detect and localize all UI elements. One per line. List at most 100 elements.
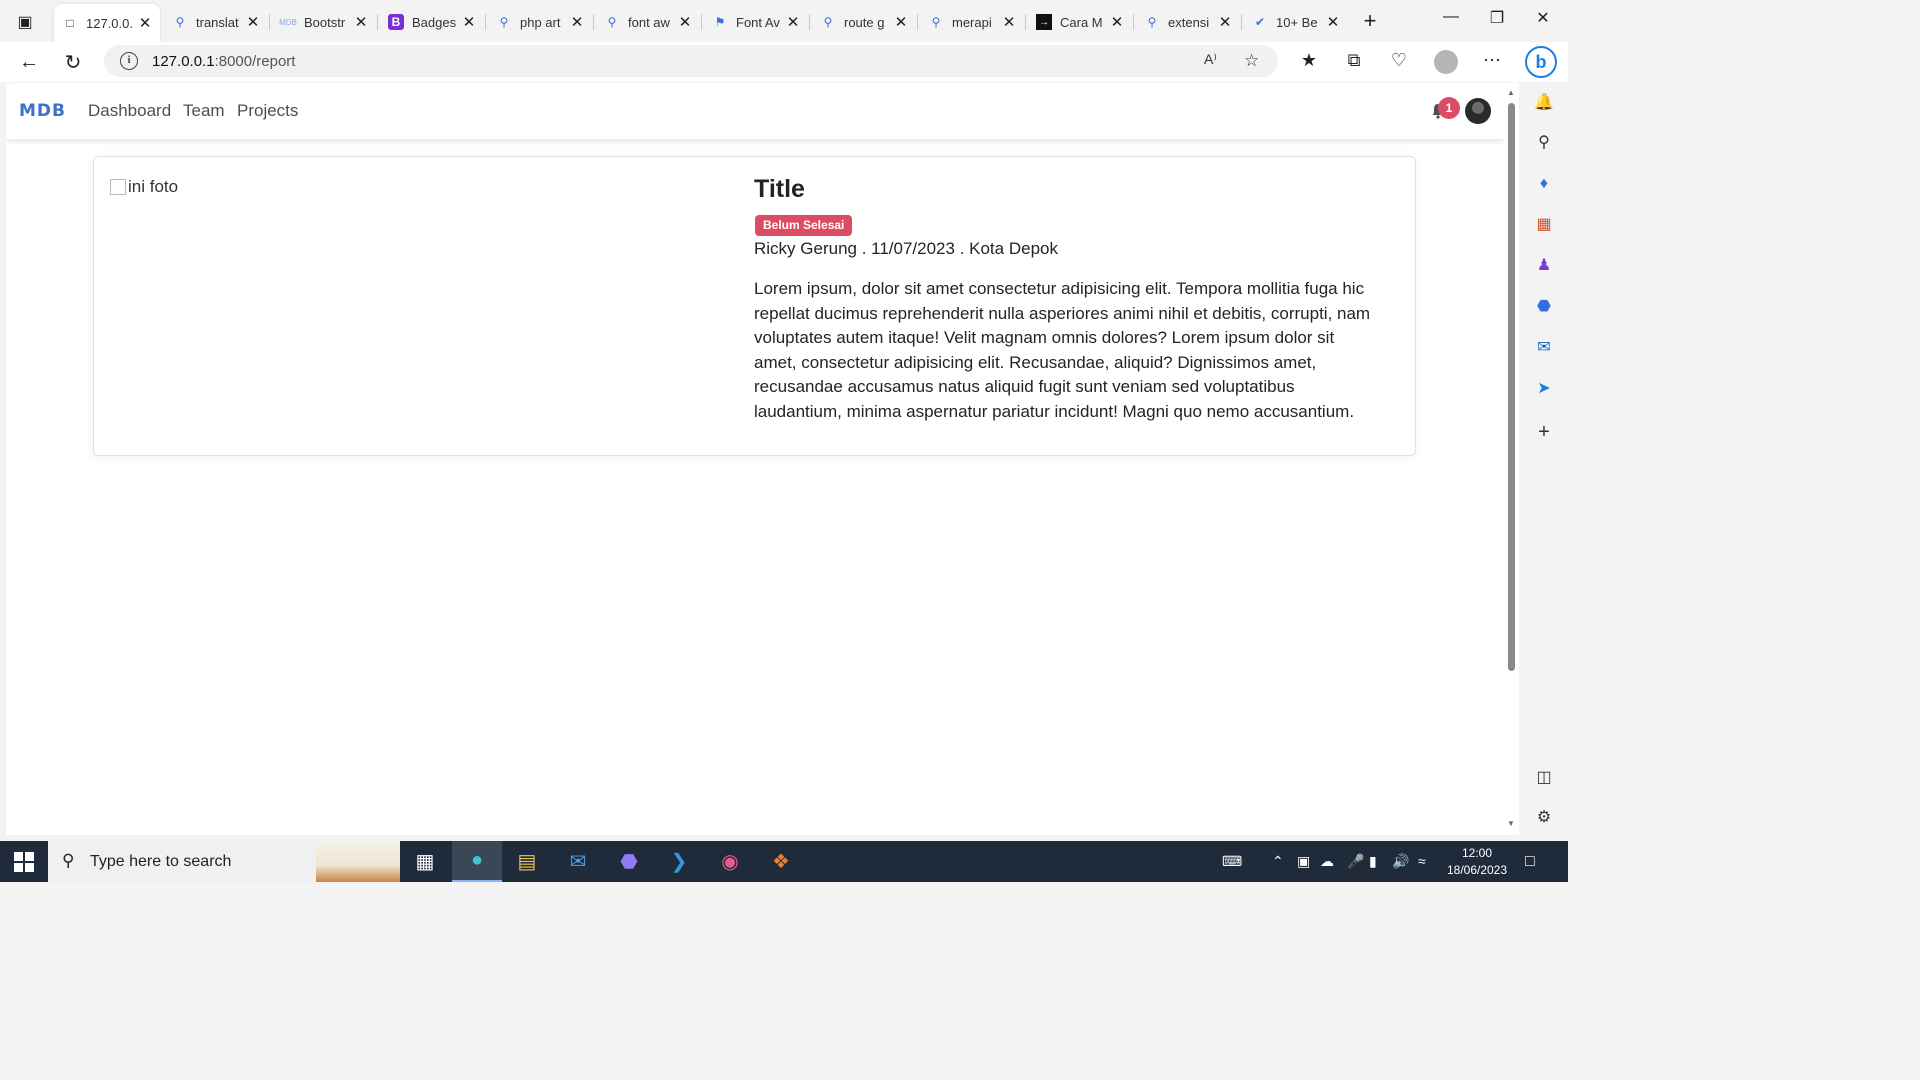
- scroll-up-icon[interactable]: ▲: [1507, 88, 1515, 97]
- cloud-icon[interactable]: ☁: [1320, 853, 1334, 870]
- edge-icon[interactable]: ●: [452, 841, 502, 882]
- info-icon[interactable]: i: [120, 52, 138, 70]
- settings-icon[interactable]: ⚙: [1534, 808, 1554, 828]
- tab-best[interactable]: ✔ 10+ Be ✕: [1244, 6, 1348, 38]
- close-icon[interactable]: ✕: [1108, 13, 1126, 31]
- close-icon[interactable]: ✕: [244, 13, 262, 31]
- bootstrap-icon: B: [388, 14, 404, 30]
- windows-start-icon[interactable]: [14, 852, 34, 872]
- tab-bootstrap[interactable]: MDB Bootstr ✕: [272, 6, 376, 38]
- more-options-icon[interactable]: ⋯: [1479, 50, 1505, 74]
- microsoft365-icon[interactable]: ⬣: [1534, 297, 1554, 317]
- wifi-icon[interactable]: ≈: [1418, 853, 1426, 869]
- vscode-icon[interactable]: ❯: [654, 841, 704, 882]
- notification-bell-icon[interactable]: 🔔: [1534, 93, 1554, 113]
- scrollbar-thumb[interactable]: [1508, 103, 1515, 671]
- browser-essentials-icon[interactable]: ♡: [1386, 50, 1412, 74]
- tab-font-search[interactable]: ⚲ font aw ✕: [596, 6, 700, 38]
- page-scrollbar[interactable]: ▲ ▼: [1504, 83, 1519, 835]
- scroll-down-icon[interactable]: ▼: [1507, 819, 1515, 828]
- tab-php[interactable]: ⚲ php art ✕: [488, 6, 592, 38]
- report-card: ini foto Title Belum Selesai Ricky Gerun…: [93, 156, 1416, 456]
- tab-report[interactable]: □ 127.0.0. ✕: [54, 4, 160, 42]
- xampp-icon[interactable]: ❖: [756, 841, 806, 882]
- tab-strip: ▣ □ 127.0.0. ✕ ⚲ translat ✕ MDB Bootstr …: [0, 0, 1568, 42]
- microphone-icon[interactable]: 🎤: [1347, 853, 1364, 870]
- tab-label: merapi: [952, 14, 992, 30]
- close-icon[interactable]: ✕: [568, 13, 586, 31]
- nav-dashboard[interactable]: Dashboard: [88, 101, 171, 121]
- close-icon[interactable]: ✕: [1216, 13, 1234, 31]
- search-icon: ⚲: [607, 15, 617, 29]
- close-icon[interactable]: ✕: [136, 14, 154, 32]
- close-icon[interactable]: ✕: [460, 13, 478, 31]
- device-icon[interactable]: ▣: [1297, 853, 1310, 870]
- user-avatar[interactable]: [1465, 98, 1491, 124]
- tab-font-awesome[interactable]: ⚑ Font Av ✕: [704, 6, 808, 38]
- close-icon[interactable]: ✕: [676, 13, 694, 31]
- tab-cara[interactable]: → Cara M ✕: [1028, 6, 1132, 38]
- favorites-icon[interactable]: ★: [1296, 50, 1322, 74]
- back-icon[interactable]: ←: [14, 48, 44, 76]
- games-icon[interactable]: ♟: [1534, 256, 1554, 276]
- search-icon: ⚲: [931, 15, 941, 29]
- tab-label: extensi: [1168, 14, 1210, 30]
- tab-extension[interactable]: ⚲ extensi ✕: [1136, 6, 1240, 38]
- new-tab-button[interactable]: +: [1358, 10, 1382, 34]
- favorite-star-icon[interactable]: ☆: [1244, 51, 1259, 71]
- keyboard-icon[interactable]: ⌨: [1222, 853, 1242, 870]
- nav-team[interactable]: Team: [183, 101, 225, 121]
- mail-icon[interactable]: ✉: [553, 841, 603, 882]
- tab-badges[interactable]: B Badges ✕: [380, 6, 484, 38]
- add-icon[interactable]: +: [1534, 422, 1554, 442]
- outlook-icon[interactable]: ✉: [1534, 338, 1554, 358]
- tab-label: font aw: [628, 14, 670, 30]
- task-view-icon[interactable]: ▦: [400, 841, 450, 882]
- minimize-icon[interactable]: —: [1436, 8, 1466, 32]
- tools-icon[interactable]: ▦: [1534, 215, 1554, 235]
- tab-route[interactable]: ⚲ route g ✕: [812, 6, 916, 38]
- battery-icon[interactable]: ▮: [1369, 853, 1377, 870]
- search-icon: ⚲: [499, 15, 509, 29]
- taskbar-search[interactable]: ⚲ Type here to search: [48, 841, 400, 882]
- tab-label: Badges: [412, 14, 457, 30]
- url-text[interactable]: 127.0.0.1:8000/report: [152, 53, 295, 70]
- brand-logo[interactable]: MDB: [19, 101, 66, 121]
- tab-label: php art: [520, 14, 561, 30]
- refresh-icon[interactable]: ↻: [58, 48, 88, 76]
- restore-icon[interactable]: ❐: [1482, 8, 1512, 32]
- close-icon[interactable]: ✕: [352, 13, 370, 31]
- tab-merapi[interactable]: ⚲ merapi ✕: [920, 6, 1024, 38]
- drop-icon[interactable]: ➤: [1534, 379, 1554, 399]
- tab-label: translat: [196, 14, 239, 30]
- address-bar[interactable]: i 127.0.0.1:8000/report A⁾ ☆: [104, 45, 1278, 77]
- close-icon[interactable]: ✕: [1000, 13, 1018, 31]
- search-highlight-image: [316, 841, 400, 882]
- notification-center-icon[interactable]: □: [1525, 853, 1535, 871]
- search-placeholder: Type here to search: [90, 853, 232, 870]
- system-clock[interactable]: 12:00 18/06/2023: [1444, 845, 1510, 879]
- close-icon[interactable]: ✕: [892, 13, 910, 31]
- search-icon[interactable]: ⚲: [1534, 133, 1554, 153]
- shopping-tag-icon[interactable]: ♦: [1534, 174, 1554, 194]
- nav-projects[interactable]: Projects: [237, 101, 298, 121]
- copilot-icon[interactable]: ⬣: [604, 841, 654, 882]
- volume-icon[interactable]: 🔊: [1392, 853, 1409, 870]
- tab-actions-icon[interactable]: ▣: [10, 10, 40, 34]
- close-window-icon[interactable]: ✕: [1528, 8, 1558, 32]
- chevron-up-icon[interactable]: ⌃: [1272, 853, 1284, 870]
- tab-label: 127.0.0.: [86, 15, 133, 31]
- collections-icon[interactable]: ⧉: [1341, 50, 1367, 74]
- mdb-icon: MDB: [279, 17, 297, 27]
- close-icon[interactable]: ✕: [1324, 13, 1342, 31]
- sidebar-toggle-icon[interactable]: ◫: [1534, 768, 1554, 788]
- chat-app-icon[interactable]: ◉: [705, 841, 755, 882]
- report-description: Lorem ipsum, dolor sit amet consectetur …: [754, 279, 1371, 421]
- bing-chat-icon[interactable]: b: [1525, 46, 1557, 78]
- profile-avatar[interactable]: [1434, 50, 1458, 74]
- read-aloud-icon[interactable]: A⁾: [1204, 51, 1217, 68]
- close-icon[interactable]: ✕: [784, 13, 802, 31]
- file-explorer-icon[interactable]: ▤: [502, 841, 552, 882]
- tab-translate[interactable]: ⚲ translat ✕: [164, 6, 268, 38]
- page-viewport: MDB Dashboard Team Projects 1 ini foto T…: [6, 83, 1519, 835]
